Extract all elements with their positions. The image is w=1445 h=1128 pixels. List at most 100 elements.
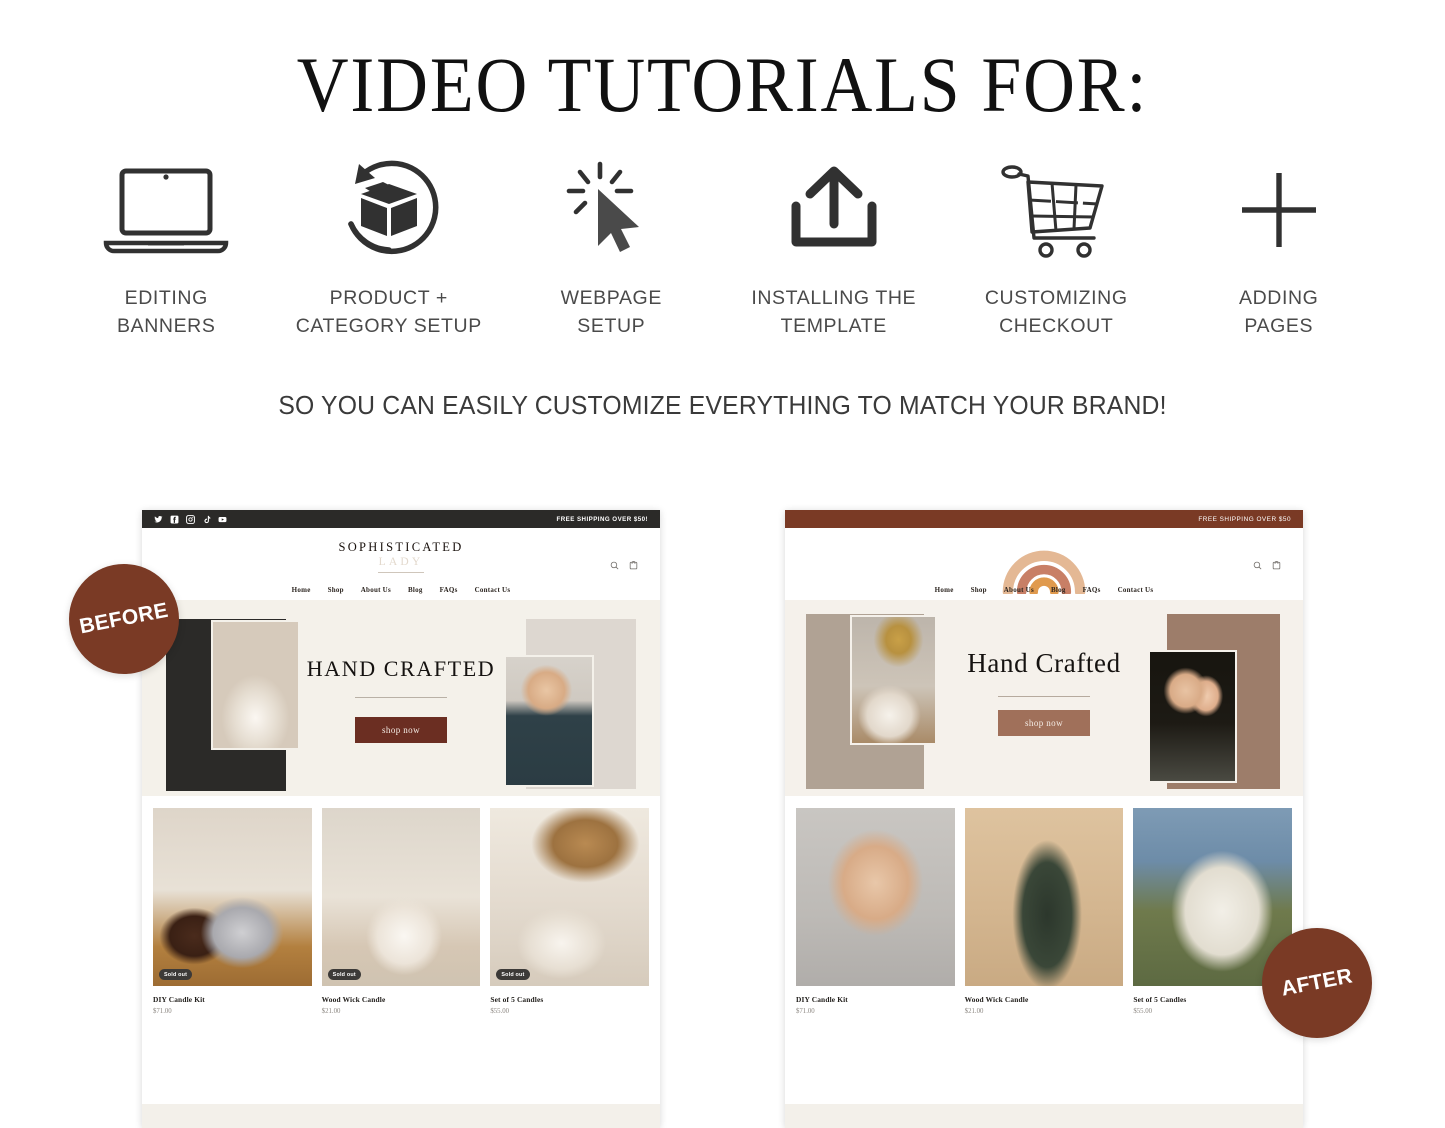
search-icon[interactable]	[1253, 561, 1262, 570]
after-nav-item-faqs[interactable]: FAQs	[1083, 586, 1101, 594]
bag-icon[interactable]	[1272, 560, 1281, 570]
product-card[interactable]: Sold out Wood Wick Candle $21.00	[321, 808, 481, 1015]
product-price: $71.00	[796, 1008, 815, 1015]
before-nav-item-home[interactable]: Home	[292, 586, 311, 594]
before-nav-item-about-us[interactable]: About Us	[361, 586, 391, 594]
after-header-icons	[1253, 560, 1281, 570]
feature-item-webpage-setup: WEBPAGE SETUP	[500, 156, 723, 341]
before-hero: HAND CRAFTED shop now	[142, 600, 660, 796]
feature-label: WEBPAGE SETUP	[560, 286, 662, 338]
feature-item-product-category-setup: PRODUCT + CATEGORY SETUP	[278, 156, 501, 341]
before-announcement-text: FREE SHIPPING OVER $50!	[556, 515, 648, 523]
product-price: $21.00	[964, 1008, 984, 1015]
product-card[interactable]: Sold out Set of 5 Candles $55.00	[490, 808, 650, 1015]
after-shop-header: Home Shop About Us Blog FAQs Contact Us	[785, 528, 1303, 600]
feature-item-installing-template: INSTALLING THE TEMPLATE	[723, 156, 946, 341]
cursor-click-icon	[563, 156, 659, 264]
product-card[interactable]: DIY Candle Kit $71.00	[796, 808, 955, 1015]
after-announcement-text: FREE SHIPPING OVER $50	[1198, 515, 1291, 523]
product-price: $55.00	[490, 1008, 510, 1015]
facebook-icon[interactable]	[170, 515, 179, 524]
social-icon-group	[154, 514, 227, 524]
before-hero-portrait-photo	[506, 657, 592, 785]
bag-icon[interactable]	[629, 560, 638, 570]
before-logo-sub: LADY	[378, 556, 424, 568]
product-image[interactable]	[964, 808, 1124, 986]
mockups-row: FREE SHIPPING OVER $50! SOPHISTICATED LA…	[0, 510, 1445, 1128]
before-shop-now-button[interactable]: shop now	[355, 717, 447, 743]
product-price: $71.00	[153, 1008, 172, 1015]
before-shop-header: SOPHISTICATED LADY Home Shop About Us Bl…	[142, 528, 660, 600]
status-badge: Sold out	[327, 969, 361, 980]
page-subtitle: SO YOU CAN EASILY CUSTOMIZE EVERYTHING T…	[278, 392, 1167, 421]
before-nav-item-blog[interactable]: Blog	[408, 586, 423, 594]
before-product-grid: Sold out DIY Candle Kit $71.00 Sold out …	[153, 808, 650, 1015]
after-hero: Hand Crafted shop now	[785, 600, 1303, 796]
feature-item-adding-pages: ADDING PAGES	[1168, 156, 1391, 341]
upload-icon	[782, 156, 886, 264]
after-product-section: DIY Candle Kit $71.00 Wood Wick Candle $…	[785, 796, 1303, 1064]
before-badge-label: BEFORE	[77, 598, 171, 639]
product-image[interactable]: Sold out	[153, 808, 312, 986]
product-name: DIY Candle Kit	[796, 995, 848, 1004]
product-image[interactable]	[796, 808, 955, 986]
before-site-mockup: FREE SHIPPING OVER $50! SOPHISTICATED LA…	[142, 510, 660, 1128]
product-name: Wood Wick Candle	[321, 995, 386, 1004]
after-footer-strip	[785, 1104, 1303, 1128]
feature-label: CUSTOMIZING CHECKOUT	[984, 286, 1128, 338]
after-nav-item-home[interactable]: Home	[935, 586, 954, 594]
after-nav-item-shop[interactable]: Shop	[971, 586, 987, 594]
logo-divider	[378, 572, 424, 573]
before-logo[interactable]: SOPHISTICATED LADY	[142, 540, 660, 573]
after-badge-label: AFTER	[1279, 964, 1355, 1001]
after-hero-title: Hand Crafted	[967, 648, 1121, 678]
before-hero-candles-photo	[213, 622, 298, 748]
before-header-icons	[610, 560, 638, 570]
after-nav-item-blog[interactable]: Blog	[1051, 586, 1066, 594]
after-hero-vase-photo	[852, 617, 935, 743]
after-site-mockup: FREE SHIPPING OVER $50 Home Shop About U…	[785, 510, 1303, 1128]
plus-icon	[1234, 156, 1324, 264]
product-image[interactable]: Sold out	[490, 808, 650, 986]
after-nav-item-about-us[interactable]: About Us	[1004, 586, 1034, 594]
shopping-cart-icon	[998, 156, 1114, 264]
product-name: Set of 5 Candles	[490, 995, 544, 1004]
product-name: DIY Candle Kit	[153, 995, 205, 1004]
after-announcement-bar: FREE SHIPPING OVER $50	[785, 510, 1303, 528]
before-nav-item-contact-us[interactable]: Contact Us	[475, 586, 511, 594]
tiktok-icon[interactable]	[202, 515, 211, 524]
after-nav: Home Shop About Us Blog FAQs Contact Us	[785, 586, 1303, 594]
before-logo-main: SOPHISTICATED	[338, 540, 464, 554]
twitter-icon[interactable]	[154, 515, 163, 524]
box-refresh-icon	[329, 156, 449, 264]
product-card[interactable]: Sold out DIY Candle Kit $71.00	[153, 808, 312, 1015]
feature-label: INSTALLING THE TEMPLATE	[751, 286, 917, 338]
youtube-icon[interactable]	[218, 515, 227, 524]
feature-icon-row: EDITING BANNERS PRODUCT + CATEGORY SETUP	[0, 156, 1445, 341]
instagram-icon[interactable]	[186, 514, 195, 524]
laptop-icon	[98, 156, 234, 264]
status-badge: Sold out	[159, 969, 193, 980]
before-nav-item-shop[interactable]: Shop	[328, 586, 344, 594]
search-icon[interactable]	[610, 561, 619, 570]
before-badge: BEFORE	[69, 564, 179, 674]
before-announcement-bar: FREE SHIPPING OVER $50!	[142, 510, 660, 528]
after-hero-divider	[998, 696, 1090, 697]
after-shop-now-button[interactable]: shop now	[998, 710, 1090, 736]
feature-item-customizing-checkout: CUSTOMIZING CHECKOUT	[945, 156, 1168, 341]
after-product-grid: DIY Candle Kit $71.00 Wood Wick Candle $…	[796, 808, 1293, 1015]
after-badge: AFTER	[1262, 928, 1372, 1038]
feature-label: PRODUCT + CATEGORY SETUP	[295, 286, 482, 338]
before-hero-title: HAND CRAFTED	[306, 656, 496, 681]
product-card[interactable]: Wood Wick Candle $21.00	[964, 808, 1124, 1015]
status-badge: Sold out	[496, 969, 530, 980]
page-title: VIDEO TUTORIALS FOR:	[296, 41, 1149, 128]
after-nav-item-contact-us[interactable]: Contact Us	[1118, 586, 1154, 594]
before-nav-item-faqs[interactable]: FAQs	[440, 586, 458, 594]
before-footer-strip	[142, 1104, 660, 1128]
feature-label: ADDING PAGES	[1239, 286, 1319, 338]
product-name: Wood Wick Candle	[964, 995, 1029, 1004]
before-hero-divider	[355, 697, 447, 698]
feature-label: EDITING BANNERS	[117, 286, 216, 338]
product-image[interactable]: Sold out	[321, 808, 481, 986]
